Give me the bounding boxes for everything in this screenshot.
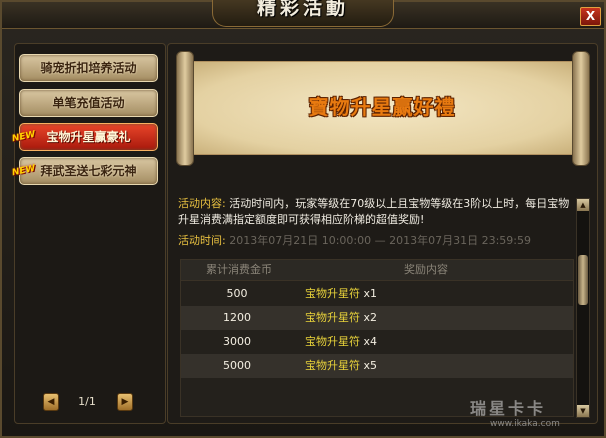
reward-qty: x2 bbox=[360, 311, 378, 324]
close-button[interactable]: X bbox=[580, 7, 601, 26]
sidebar-item-mount-discount[interactable]: 骑宠折扣培养活动 bbox=[19, 54, 158, 82]
table-row: 3000 宝物升星符 x4 bbox=[181, 330, 573, 354]
sidebar-item-label: 宝物升星赢豪礼 bbox=[46, 130, 131, 144]
pager: ◀ 1/1 ▶ bbox=[37, 393, 137, 411]
page-indicator: 1/1 bbox=[78, 395, 96, 408]
reward-qty: x5 bbox=[360, 359, 378, 372]
window-title: 精彩活動 bbox=[256, 0, 349, 19]
reward-item-name: 宝物升星符 bbox=[305, 335, 360, 348]
reward-cell: 宝物升星符 x4 bbox=[305, 330, 377, 354]
sidebar-item-label: 骑宠折扣培养活动 bbox=[40, 61, 137, 75]
banner-scroll: 寶物升星赢好禮 bbox=[176, 51, 590, 166]
table-row: 5000 宝物升星符 x5 bbox=[181, 354, 573, 378]
event-description: 活动内容: 活动时间内，玩家等级在70级以上且宝物等级在3阶以上时，每日宝物升星… bbox=[178, 196, 576, 228]
scroll-up-icon[interactable]: ▲ bbox=[577, 199, 589, 211]
content-text: 活动时间内，玩家等级在70级以上且宝物等级在3阶以上时，每日宝物升星消费满指定额… bbox=[178, 197, 570, 226]
site-watermark: 瑞星卡卡 www.ikaka.com bbox=[470, 395, 600, 435]
reward-item-name: 宝物升星符 bbox=[305, 287, 360, 300]
banner-parchment: 寶物升星赢好禮 bbox=[190, 61, 574, 155]
event-time: 活动时间: 2013年07月21日 10:00:00 — 2013年07月31日… bbox=[178, 233, 576, 249]
sidebar-item-wusheng-spirit[interactable]: NEW 拜武圣送七彩元神 bbox=[11, 157, 158, 185]
reward-cell: 宝物升星符 x1 bbox=[305, 282, 377, 306]
banner-title: 寶物升星赢好禮 bbox=[308, 95, 456, 119]
reward-item-name: 宝物升星符 bbox=[305, 311, 360, 324]
sidebar-item-treasure-star-up[interactable]: NEW 宝物升星赢豪礼 bbox=[11, 123, 158, 151]
scroll-roll-right-icon bbox=[572, 51, 590, 166]
time-value: 2013年07月21日 10:00:00 — 2013年07月31日 23:59… bbox=[229, 234, 531, 247]
title-plate: 精彩活動 bbox=[212, 0, 394, 27]
reward-qty: x1 bbox=[360, 287, 378, 300]
table-header: 累计消费金币 奖励内容 bbox=[181, 260, 573, 281]
header-cost: 累计消费金币 bbox=[206, 263, 272, 276]
reward-table: 累计消费金币 奖励内容 500 宝物升星符 x1 1200 宝物升星符 x2 3… bbox=[180, 259, 574, 417]
sidebar-item-label: 拜武圣送七彩元神 bbox=[40, 164, 137, 178]
table-row: 1200 宝物升星符 x2 bbox=[181, 306, 573, 330]
cost-cell: 3000 bbox=[223, 335, 251, 348]
title-bar: 精彩活動 X bbox=[2, 0, 604, 29]
prev-page-button[interactable]: ◀ bbox=[43, 393, 59, 411]
table-row: 500 宝物升星符 x1 bbox=[181, 282, 573, 306]
event-detail-panel: 寶物升星赢好禮 活动内容: 活动时间内，玩家等级在70级以上且宝物等级在3阶以上… bbox=[167, 43, 598, 424]
content-scrollbar[interactable]: ▲ ▼ bbox=[576, 198, 590, 418]
header-reward: 奖励内容 bbox=[404, 263, 448, 276]
reward-qty: x4 bbox=[360, 335, 378, 348]
event-list-panel: 骑宠折扣培养活动 单笔充值活动 NEW 宝物升星赢豪礼 NEW 拜武圣送七彩元神… bbox=[11, 43, 166, 424]
sidebar-item-label: 单笔充值活动 bbox=[52, 96, 125, 110]
content-label: 活动内容: bbox=[178, 197, 226, 210]
scroll-thumb[interactable] bbox=[578, 255, 588, 305]
sidebar-item-single-recharge[interactable]: 单笔充值活动 bbox=[19, 89, 158, 117]
watermark-url: www.ikaka.com bbox=[490, 419, 560, 429]
cost-cell: 5000 bbox=[223, 359, 251, 372]
reward-item-name: 宝物升星符 bbox=[305, 359, 360, 372]
next-page-button[interactable]: ▶ bbox=[117, 393, 133, 411]
reward-cell: 宝物升星符 x5 bbox=[305, 354, 377, 378]
event-window: 精彩活動 X 骑宠折扣培养活动 单笔充值活动 NEW 宝物升星赢豪礼 NEW 拜… bbox=[0, 0, 606, 438]
reward-cell: 宝物升星符 x2 bbox=[305, 306, 377, 330]
scroll-roll-left-icon bbox=[176, 51, 194, 166]
cost-cell: 500 bbox=[226, 287, 248, 300]
watermark-brand: 瑞星卡卡 bbox=[470, 399, 547, 418]
cost-cell: 1200 bbox=[223, 311, 251, 324]
time-label: 活动时间: bbox=[178, 234, 226, 247]
